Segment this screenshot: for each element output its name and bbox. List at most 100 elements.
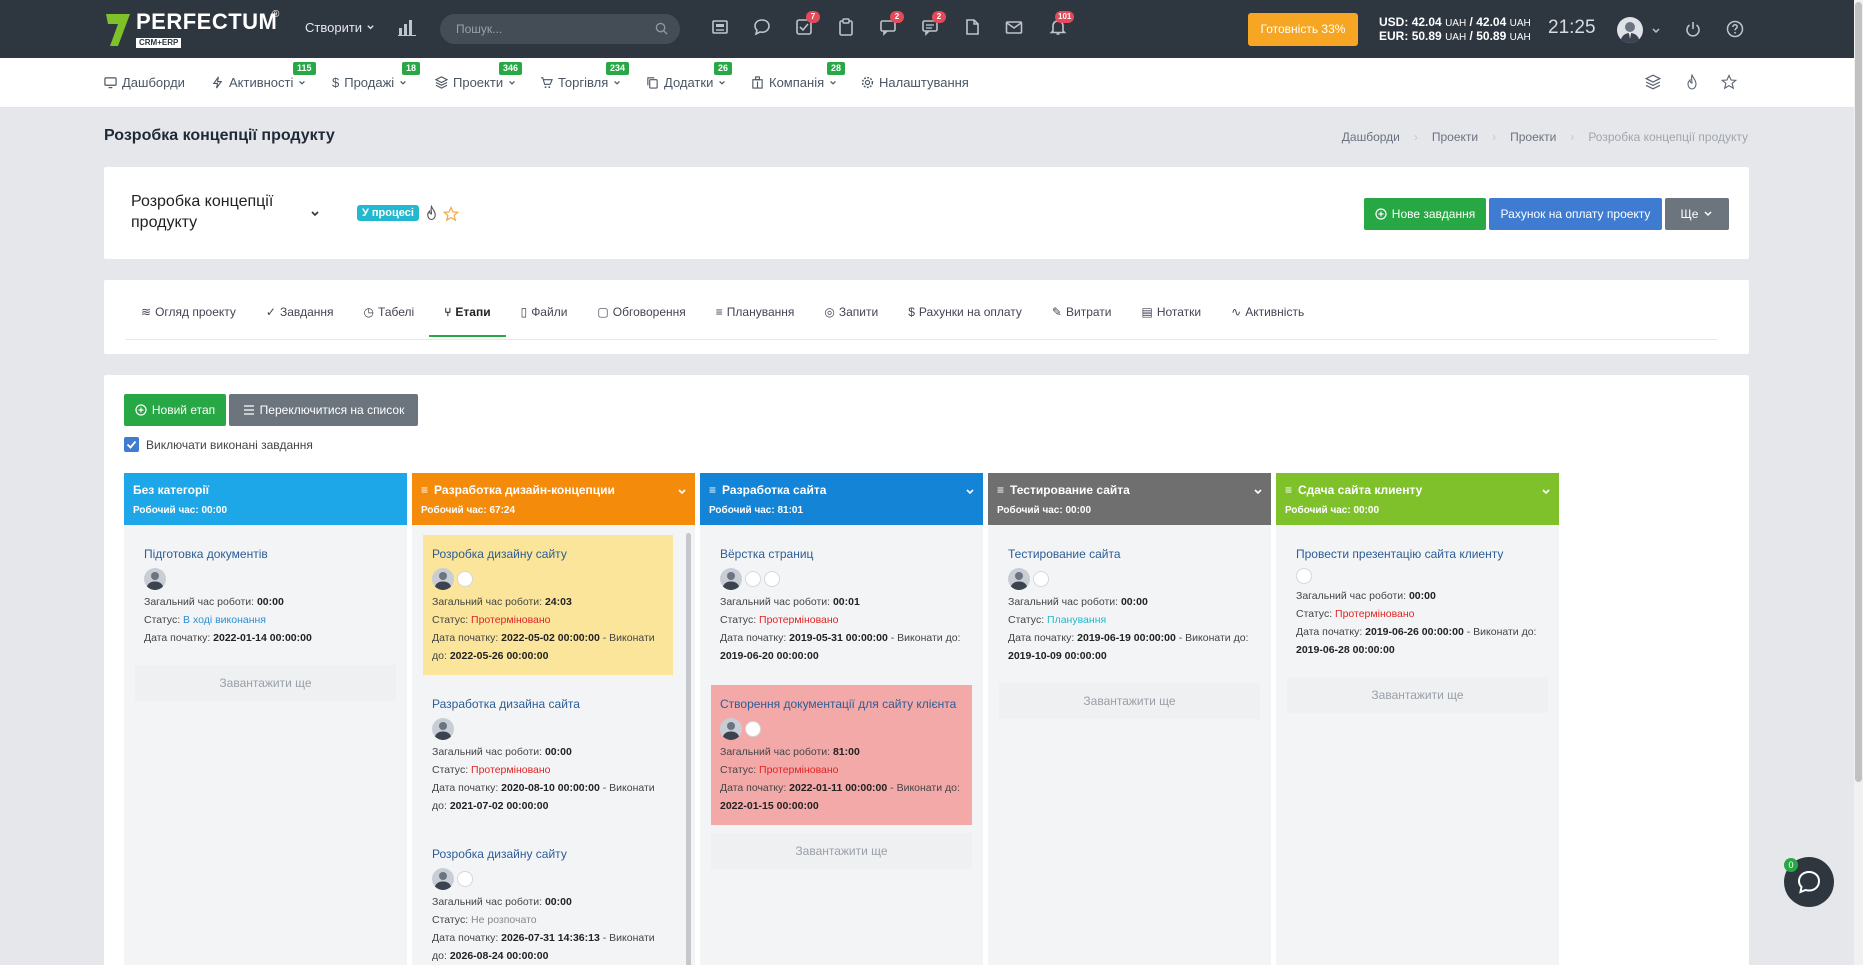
assignee-avatar[interactable] (432, 568, 454, 590)
page-scrollbar[interactable] (1854, 0, 1863, 965)
clipboard-icon[interactable] (837, 18, 859, 40)
star-icon[interactable] (1720, 74, 1738, 93)
bell-icon[interactable]: 101 (1049, 11, 1075, 40)
chevron-down-icon[interactable] (677, 485, 687, 500)
task-card[interactable]: Разработка дизайна сайта Загальний час р… (423, 685, 673, 825)
chevron-down-icon[interactable] (1253, 485, 1263, 500)
bar-chart-icon[interactable] (398, 18, 416, 39)
layers-icon[interactable] (1644, 74, 1662, 93)
user-menu-chevron-icon[interactable] (1651, 24, 1661, 39)
menu-activities[interactable]: Активності 115 (211, 62, 316, 90)
search-input[interactable] (440, 14, 620, 44)
user-avatar[interactable] (1617, 17, 1643, 43)
task-card[interactable]: Створення документації для сайту клієнта… (711, 685, 972, 825)
task-title[interactable]: Тестирование сайта (1008, 545, 1251, 563)
tab-planning[interactable]: ≡ Планування (701, 305, 810, 337)
switch-to-list-button[interactable]: Переключитися на список (229, 394, 418, 426)
readiness-button[interactable]: Готовність 33% (1248, 13, 1358, 46)
mail-icon[interactable] (1005, 18, 1027, 40)
newspaper-icon[interactable] (711, 18, 733, 40)
column-scrollbar[interactable] (686, 533, 691, 965)
fire-icon[interactable] (424, 204, 439, 224)
tab-timesheets[interactable]: ◷ Табелі (349, 305, 430, 337)
tab-milestones[interactable]: ⑂ Етапи (429, 305, 506, 337)
tab-files[interactable]: ▯ Файли (506, 305, 583, 337)
task-dates: Дата початку: 2026-07-31 14:36:13 - Вико… (432, 932, 655, 962)
chevron-down-icon[interactable] (1541, 485, 1551, 500)
menu-addons[interactable]: Додатки 26 (646, 62, 733, 90)
search-icon[interactable] (655, 22, 668, 38)
follower-avatar-placeholder[interactable] (457, 871, 473, 887)
new-task-button[interactable]: Нове завдання (1364, 198, 1486, 230)
project-invoice-button[interactable]: Рахунок на оплату проекту (1489, 198, 1662, 230)
task-dates: Дата початку: 2019-05-31 00:00:00 - Вико… (720, 632, 961, 662)
menu-settings[interactable]: Налаштування (861, 75, 969, 90)
notifications-badge: 101 (1055, 11, 1075, 23)
task-title[interactable]: Розробка дизайну сайту (432, 545, 664, 563)
create-dropdown[interactable]: Створити (305, 20, 375, 35)
tasks-icon[interactable]: 7 (795, 11, 820, 40)
load-more-button[interactable]: Завантажити ще (711, 833, 972, 869)
help-icon[interactable] (1726, 20, 1744, 41)
task-card[interactable]: Тестирование сайта Загальний час роботи:… (999, 535, 1260, 675)
new-milestone-button[interactable]: Новий етап (124, 394, 226, 426)
tab-overview[interactable]: ≋ Огляд проекту (126, 305, 251, 337)
follower-avatar-placeholder[interactable] (1033, 571, 1049, 587)
exclude-completed-checkbox[interactable] (124, 437, 139, 452)
tab-tasks[interactable]: ✓ Завдання (251, 305, 349, 337)
task-card[interactable]: Вёрстка страниц Загальний час роботи: 00… (711, 535, 972, 675)
breadcrumb-link[interactable]: Проекти (1510, 130, 1556, 144)
task-title[interactable]: Разработка дизайна сайта (432, 695, 664, 713)
fire-icon[interactable] (1684, 73, 1700, 93)
follower-avatar-placeholder[interactable] (764, 571, 780, 587)
tab-tickets[interactable]: ◎ Запити (809, 305, 893, 337)
assignee-avatar[interactable] (144, 568, 166, 590)
menu-projects[interactable]: Проекти 346 (435, 62, 523, 90)
follower-avatar-placeholder[interactable] (745, 571, 761, 587)
tab-expenses[interactable]: ✎ Витрати (1037, 305, 1127, 337)
assignee-avatar[interactable] (720, 568, 742, 590)
load-more-button[interactable]: Завантажити ще (1287, 677, 1548, 713)
task-title[interactable]: Провести презентацію сайта клиенту (1296, 545, 1539, 563)
follower-avatar-placeholder[interactable] (457, 571, 473, 587)
load-more-button[interactable]: Завантажити ще (999, 683, 1260, 719)
follower-avatar-placeholder[interactable] (745, 721, 761, 737)
task-title[interactable]: Створення документації для сайту клієнта (720, 695, 963, 713)
logo[interactable]: PERFECTUM CRM+ERP ® (104, 9, 279, 48)
assignee-avatar[interactable] (1008, 568, 1030, 590)
assignee-avatar[interactable] (720, 718, 742, 740)
tab-notes[interactable]: ▤ Нотатки (1126, 305, 1216, 337)
more-button[interactable]: Ще (1665, 198, 1729, 230)
tab-activity[interactable]: ∿ Активність (1216, 305, 1319, 337)
chat-icon[interactable]: 2 (879, 11, 904, 40)
menu-trade[interactable]: Торгівля 234 (540, 62, 630, 90)
messages-icon[interactable]: 2 (921, 11, 946, 40)
load-more-button[interactable]: Завантажити ще (135, 665, 396, 701)
assignee-avatar[interactable] (432, 868, 454, 890)
task-title[interactable]: Вёрстка страниц (720, 545, 963, 563)
tab-invoices[interactable]: $ Рахунки на оплату (893, 305, 1037, 337)
file-icon[interactable] (963, 18, 985, 40)
task-card[interactable]: Провести презентацію сайта клиенту Загал… (1287, 535, 1548, 669)
project-switch-chevron-icon[interactable] (310, 207, 320, 222)
task-card[interactable]: Підготовка документів Загальний час робо… (135, 535, 396, 657)
chevron-down-icon[interactable] (965, 485, 975, 500)
task-card[interactable]: Розробка дизайну сайту Загальний час роб… (423, 835, 673, 965)
breadcrumb-link[interactable]: Дашборди (1342, 130, 1400, 144)
task-title[interactable]: Розробка дизайну сайту (432, 845, 664, 863)
menu-dashboards[interactable]: Дашборди (104, 75, 185, 90)
menu-sales[interactable]: $ Продажі 18 (332, 62, 421, 90)
task-title[interactable]: Підготовка документів (144, 545, 387, 563)
follower-avatar-placeholder[interactable] (1296, 568, 1312, 584)
activity-icon: ∿ (1231, 305, 1242, 319)
comment-icon[interactable] (753, 18, 775, 40)
power-icon[interactable] (1684, 20, 1702, 41)
star-icon[interactable] (442, 205, 460, 225)
assignee-avatar[interactable] (432, 718, 454, 740)
scrollbar-thumb[interactable] (1855, 2, 1862, 782)
tab-discussions[interactable]: ▢ Обговорення (582, 305, 700, 337)
breadcrumb-link[interactable]: Проекти (1432, 130, 1478, 144)
menu-company[interactable]: Компанія 28 (751, 62, 846, 90)
task-card[interactable]: Розробка дизайну сайту Загальний час роб… (423, 535, 673, 675)
search-box (440, 14, 680, 44)
